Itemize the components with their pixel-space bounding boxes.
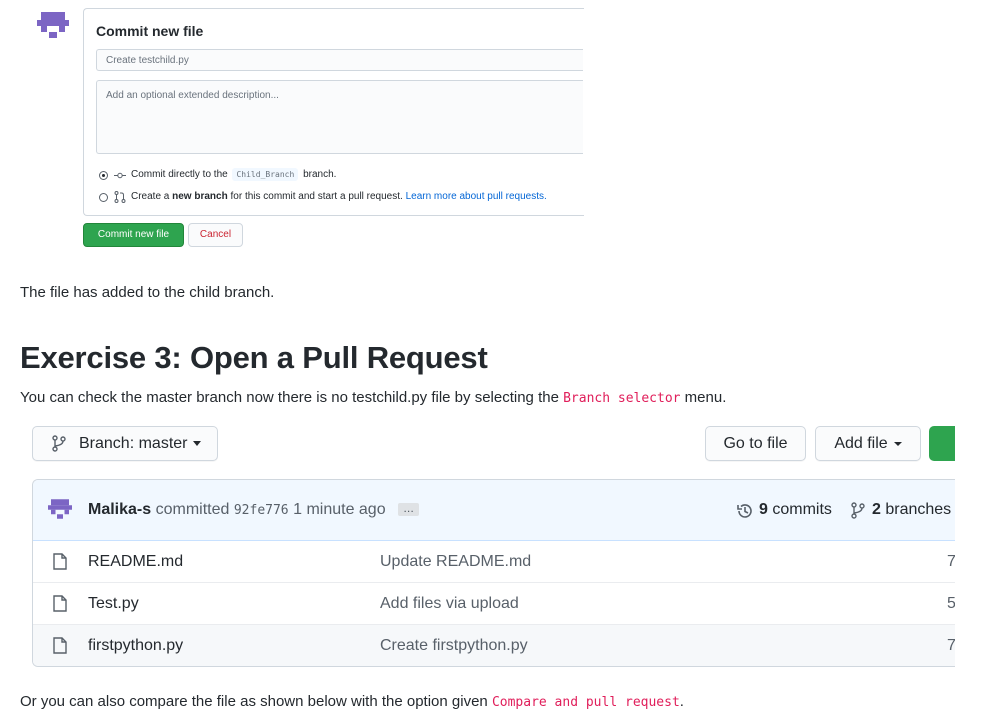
new-branch-text: Create a bbox=[131, 191, 170, 202]
commit-verb: committed bbox=[155, 501, 230, 518]
commit-description-input[interactable]: Add an optional extended description... bbox=[96, 80, 583, 154]
file-commit-message[interactable]: Add files via upload bbox=[380, 595, 519, 613]
paragraph-branch-selector-suffix: menu. bbox=[684, 389, 727, 406]
file-icon bbox=[53, 595, 67, 612]
exercise-heading: Exercise 3: Open a Pull Request bbox=[20, 340, 488, 375]
branch-name-chip: Child_Branch bbox=[232, 168, 299, 181]
user-avatar-icon bbox=[48, 499, 72, 519]
git-commit-icon bbox=[114, 172, 126, 179]
commits-count: 9 bbox=[759, 501, 768, 518]
cancel-button[interactable]: Cancel bbox=[188, 223, 243, 247]
file-commit-message[interactable]: Update README.md bbox=[380, 553, 531, 571]
file-name-link[interactable]: README.md bbox=[88, 553, 183, 571]
latest-commit-bar: Malika-s committed 92fe776 1 minute ago … bbox=[33, 480, 955, 541]
new-branch-radio[interactable] bbox=[99, 193, 108, 202]
paragraph-compare-suffix: . bbox=[679, 693, 684, 710]
latest-commit-info: Malika-s committed 92fe776 1 minute ago … bbox=[88, 501, 420, 519]
commit-summary-input[interactable]: Create testchild.py bbox=[96, 49, 583, 71]
commit-direct-radio[interactable] bbox=[99, 171, 108, 180]
chevron-down-icon bbox=[893, 441, 902, 446]
commit-author-link[interactable]: Malika-s bbox=[88, 501, 151, 518]
file-icon bbox=[53, 553, 67, 570]
commit-form-title: Commit new file bbox=[96, 23, 204, 39]
file-name-link[interactable]: Test.py bbox=[88, 595, 139, 613]
commit-direct-label: Commit directly to the Child_Branch bran… bbox=[131, 168, 337, 181]
paragraph-compare: Or you can also compare the file as show… bbox=[20, 693, 684, 710]
new-branch-suffix: for this commit and start a pull request… bbox=[230, 191, 403, 202]
file-commit-time: 7 bbox=[947, 553, 955, 571]
new-branch-label: Create a new branch for this commit and … bbox=[131, 191, 547, 202]
file-icon bbox=[53, 637, 67, 654]
branches-count: 2 bbox=[872, 501, 881, 518]
git-branch-icon bbox=[52, 435, 66, 452]
inline-code-branch-selector: Branch selector bbox=[563, 391, 681, 406]
commit-time: 1 minute ago bbox=[293, 501, 386, 518]
commits-label: commits bbox=[772, 501, 832, 518]
paragraph-file-added: The file has added to the child branch. bbox=[20, 284, 275, 301]
add-file-button[interactable]: Add file bbox=[815, 426, 921, 461]
table-row[interactable]: firstpython.py Create firstpython.py 7 bbox=[33, 625, 955, 666]
file-listing: Malika-s committed 92fe776 1 minute ago … bbox=[32, 479, 955, 667]
file-name-link[interactable]: firstpython.py bbox=[88, 637, 183, 655]
table-row[interactable]: Test.py Add files via upload 5 bbox=[33, 583, 955, 625]
commit-direct-suffix: branch. bbox=[303, 169, 337, 180]
commits-link[interactable]: 9 commits bbox=[759, 501, 832, 519]
pull-request-help-link[interactable]: Learn more about pull requests. bbox=[406, 191, 547, 202]
file-commit-message[interactable]: Create firstpython.py bbox=[380, 637, 528, 655]
add-file-label: Add file bbox=[834, 435, 888, 452]
commit-new-file-button[interactable]: Commit new file bbox=[83, 223, 184, 247]
user-avatar-icon bbox=[37, 9, 69, 41]
commit-sha-link[interactable]: 92fe776 bbox=[234, 503, 289, 518]
file-commit-time: 5 bbox=[947, 595, 955, 613]
new-branch-bold: new branch bbox=[172, 191, 228, 202]
code-download-button[interactable] bbox=[929, 426, 955, 461]
branches-link[interactable]: 2 branches bbox=[872, 501, 951, 519]
git-pull-request-icon bbox=[114, 191, 126, 203]
git-branch-icon bbox=[851, 502, 865, 519]
paragraph-branch-selector: You can check the master branch now ther… bbox=[20, 389, 726, 406]
branches-label: branches bbox=[885, 501, 952, 518]
paragraph-compare-text: Or you can also compare the file as show… bbox=[20, 693, 488, 710]
commit-direct-text: Commit directly to the bbox=[131, 169, 228, 180]
file-commit-time: 7 bbox=[947, 637, 955, 655]
go-to-file-button[interactable]: Go to file bbox=[705, 426, 806, 461]
table-row[interactable]: README.md Update README.md 7 bbox=[33, 541, 955, 583]
branch-selector-label: Branch: master bbox=[79, 435, 188, 452]
paragraph-branch-selector-text: You can check the master branch now ther… bbox=[20, 389, 559, 406]
chevron-down-icon bbox=[193, 441, 202, 447]
history-icon bbox=[737, 504, 752, 518]
inline-code-compare: Compare and pull request bbox=[491, 695, 680, 710]
commit-message-expand-button[interactable]: … bbox=[398, 503, 420, 517]
